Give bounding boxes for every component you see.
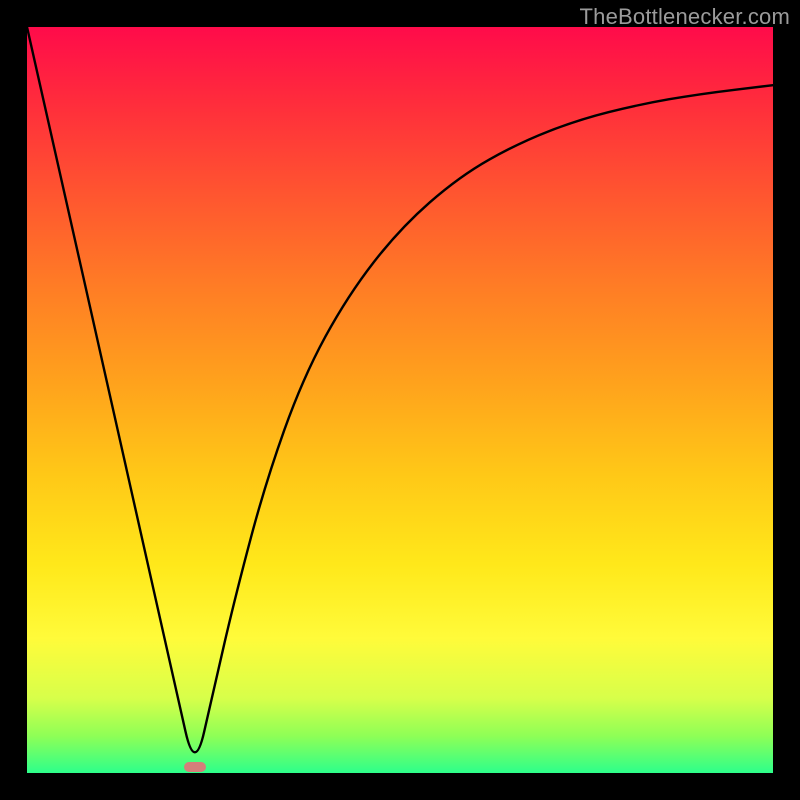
watermark-text: TheBottlenecker.com (580, 4, 790, 30)
chart-frame: TheBottlenecker.com (0, 0, 800, 800)
bottleneck-curve (27, 27, 773, 773)
optimal-marker (184, 762, 206, 772)
curve-path (27, 27, 773, 752)
